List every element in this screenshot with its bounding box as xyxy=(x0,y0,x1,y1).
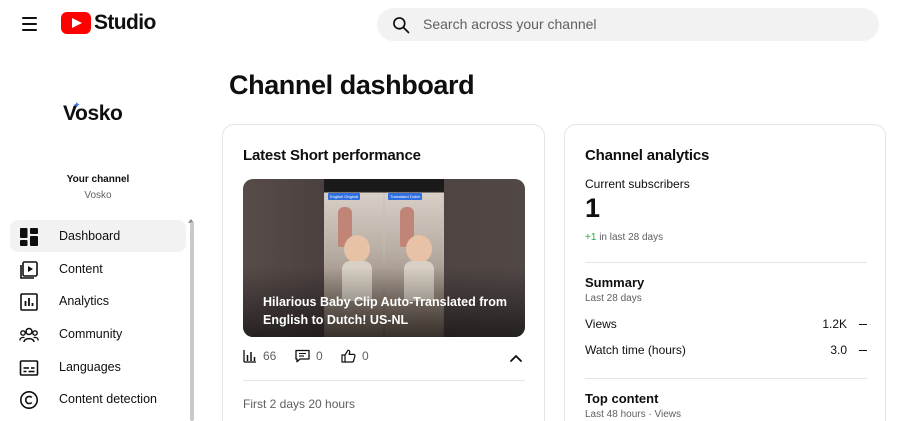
sidebar-nav: Dashboard Content Analytics Community La… xyxy=(10,220,186,416)
divider xyxy=(585,262,867,263)
likes-stat: 0 xyxy=(341,349,369,363)
subscribers-count: 1 xyxy=(585,193,601,223)
divider xyxy=(585,378,867,379)
menu-icon[interactable] xyxy=(18,12,44,36)
sidebar-item-label: Analytics xyxy=(59,294,110,309)
summary-title: Summary xyxy=(585,275,645,290)
search-placeholder: Search across your channel xyxy=(423,16,597,32)
channel-brand-logo[interactable]: Vosko ✦ xyxy=(63,100,123,126)
channel-analytics-card: Channel analytics Current subscribers 1 … xyxy=(564,124,886,421)
trend-neutral-icon xyxy=(859,324,867,326)
short-video-title: Hilarious Baby Clip Auto-Translated from… xyxy=(263,295,508,327)
logo-text: Studio xyxy=(94,11,156,34)
youtube-play-icon xyxy=(61,12,91,34)
likes-count: 0 xyxy=(362,349,369,363)
bar-chart-icon xyxy=(243,350,256,363)
languages-icon xyxy=(19,359,39,376)
sidebar-item-dashboard[interactable]: Dashboard xyxy=(10,220,186,252)
sidebar: Vosko ✦ Your channel Vosko Dashboard Con… xyxy=(0,48,196,421)
sparkle-icon: ✦ xyxy=(73,100,81,110)
subscribers-label: Current subscribers xyxy=(585,177,690,191)
subscribers-delta: +1 in last 28 days xyxy=(585,232,663,243)
delta-suffix: in last 28 days xyxy=(599,232,664,243)
sidebar-item-content-detection[interactable]: Content detection xyxy=(10,383,186,415)
sidebar-item-label: Content xyxy=(59,261,103,276)
thumb-tag: English Original xyxy=(328,193,361,200)
brand-text: Vosko xyxy=(63,102,123,125)
sidebar-item-languages[interactable]: Languages xyxy=(10,351,186,383)
comments-stat: 0 xyxy=(295,349,323,363)
sidebar-item-label: Dashboard xyxy=(59,229,121,243)
summary-period: Last 28 days xyxy=(585,293,642,304)
views-count: 66 xyxy=(263,349,277,363)
card-title: Latest Short performance xyxy=(243,147,421,164)
thumb-tag: Translated Dutch xyxy=(388,193,423,200)
sidebar-item-label: Content detection xyxy=(59,392,157,407)
delta-value: +1 xyxy=(585,232,597,243)
metric-value: 3.0 xyxy=(830,343,847,357)
metric-label: Watch time (hours) xyxy=(585,343,686,357)
analytics-icon xyxy=(20,293,38,312)
latest-short-card: Latest Short performance English Origina… xyxy=(222,124,545,421)
views-stat: 66 xyxy=(243,349,276,363)
chevron-up-icon[interactable] xyxy=(507,350,525,366)
sidebar-item-label: Languages xyxy=(59,359,121,374)
short-thumbnail[interactable]: English Original Translated Dutch Hilari… xyxy=(243,179,525,337)
content-icon xyxy=(20,260,38,279)
top-bar: Studio Search across your channel xyxy=(0,0,900,48)
studio-logo[interactable]: Studio xyxy=(61,11,156,35)
search-icon xyxy=(393,17,410,34)
top-content-period: Last 48 hours · Views xyxy=(585,409,681,420)
divider xyxy=(243,380,525,381)
metric-value: 1.2K xyxy=(822,317,847,331)
search-input[interactable]: Search across your channel xyxy=(377,8,879,41)
dashboard-icon xyxy=(20,228,38,246)
metric-label: Views xyxy=(585,317,617,331)
performance-period: First 2 days 20 hours xyxy=(243,397,356,411)
channel-name: Vosko xyxy=(84,190,112,201)
sidebar-item-label: Community xyxy=(59,327,123,342)
sidebar-item-analytics[interactable]: Analytics xyxy=(10,285,186,317)
page-title: Channel dashboard xyxy=(229,70,475,100)
copyright-icon xyxy=(20,391,38,410)
metric-watch-time[interactable]: Watch time (hours) 3.0 xyxy=(585,343,867,361)
your-channel-label: Your channel xyxy=(66,174,130,185)
metric-views[interactable]: Views 1.2K xyxy=(585,317,867,335)
short-stats-row: 66 0 0 xyxy=(243,349,525,369)
trend-neutral-icon xyxy=(859,350,867,352)
sidebar-item-content[interactable]: Content xyxy=(10,253,186,285)
sidebar-scrollbar[interactable] xyxy=(190,222,194,421)
card-title: Channel analytics xyxy=(585,147,710,164)
comments-count: 0 xyxy=(316,349,323,363)
top-content-title: Top content xyxy=(585,391,659,406)
community-icon xyxy=(19,327,39,343)
sidebar-item-community[interactable]: Community xyxy=(10,318,186,350)
comment-icon xyxy=(295,349,310,363)
thumbs-up-icon xyxy=(341,349,356,363)
